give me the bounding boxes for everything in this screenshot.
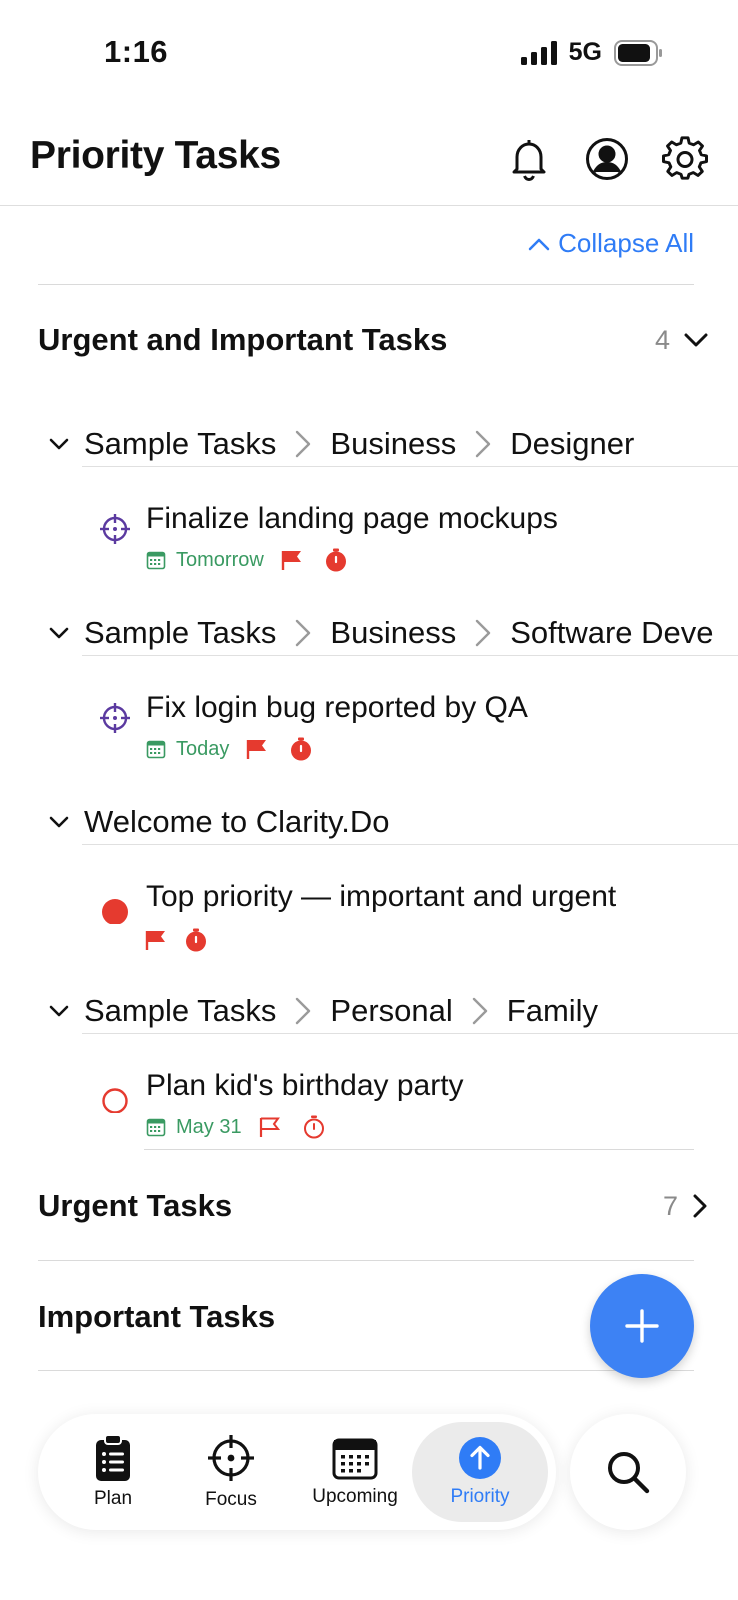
flag-icon	[145, 931, 165, 950]
breadcrumb-item: Welcome to Clarity.Do	[84, 804, 390, 839]
chevron-down-icon	[49, 816, 69, 828]
task-meta: May 31	[146, 1115, 326, 1139]
flag-outline-icon	[259, 1117, 280, 1137]
timer-icon	[186, 928, 206, 952]
calendar-icon	[146, 740, 166, 759]
add-task-button[interactable]	[590, 1274, 694, 1378]
timer-icon	[291, 737, 312, 761]
status-time: 1:16	[104, 34, 169, 69]
section-count: 4	[654, 324, 670, 355]
group-header[interactable]: Sample Tasks Business Software Deve	[48, 615, 714, 651]
breadcrumb-item: Business	[330, 615, 457, 650]
section-title: Urgent Tasks	[38, 1188, 233, 1223]
chevron-right-icon	[472, 997, 487, 1025]
tab-label: Focus	[205, 1489, 257, 1510]
focus-icon[interactable]	[98, 512, 132, 546]
group-header[interactable]: Welcome to Clarity.Do	[48, 804, 390, 840]
section-title: Urgent and Important Tasks	[38, 322, 448, 357]
status-indicators: 5G	[520, 38, 664, 67]
divider	[38, 284, 694, 285]
task-meta	[144, 928, 208, 952]
timer-icon	[325, 548, 346, 572]
task-meta: Tomorrow	[146, 548, 348, 572]
focus-icon[interactable]	[98, 701, 132, 735]
breadcrumb-item: Family	[506, 993, 599, 1028]
chevron-right-icon	[693, 1194, 707, 1218]
task-title: Plan kid's birthday party	[146, 1069, 464, 1102]
task-meta: Today	[146, 737, 313, 761]
section-count: 7	[662, 1190, 678, 1221]
calendar-icon	[146, 1118, 166, 1137]
arrow-up-icon	[459, 1437, 501, 1479]
divider	[82, 1033, 738, 1034]
section-urgent-important[interactable]: Urgent and Important Tasks 4	[38, 320, 708, 360]
gear-icon[interactable]	[662, 136, 708, 182]
search-icon	[608, 1452, 650, 1494]
tab-label: Upcoming	[312, 1486, 398, 1507]
breadcrumb-item: Software Deve	[510, 615, 714, 650]
divider	[82, 844, 738, 845]
plus-icon	[625, 1309, 659, 1343]
flag-icon	[281, 551, 301, 570]
signal-icon	[520, 40, 557, 65]
divider	[82, 466, 738, 467]
flag-icon	[247, 740, 267, 759]
task-title: Fix login bug reported by QA	[146, 691, 528, 724]
chevron-right-icon	[296, 430, 311, 458]
chevron-right-icon	[296, 997, 311, 1025]
bell-icon[interactable]	[506, 136, 552, 182]
section-urgent[interactable]: Urgent Tasks 7	[38, 1186, 708, 1226]
timer-outline-icon	[303, 1115, 324, 1139]
breadcrumb-item: Sample Tasks	[84, 993, 277, 1028]
chevron-down-icon	[49, 438, 69, 450]
group-header[interactable]: Sample Tasks Personal Family	[48, 993, 598, 1029]
search-button[interactable]	[570, 1414, 686, 1530]
chevron-up-icon	[528, 238, 550, 250]
section-important[interactable]: Important Tasks	[38, 1297, 578, 1337]
divider	[38, 1370, 694, 1371]
divider	[38, 1260, 694, 1261]
chevron-right-icon	[476, 430, 491, 458]
calendar-icon	[146, 551, 166, 570]
filled-circle-icon[interactable]	[98, 890, 132, 924]
app-header: Priority Tasks	[0, 118, 738, 206]
breadcrumb-item: Sample Tasks	[84, 426, 277, 461]
collapse-all-button[interactable]: Collapse All	[528, 228, 694, 259]
chevron-right-icon	[476, 619, 491, 647]
task-date: Tomorrow	[176, 548, 264, 571]
chevron-down-icon	[49, 627, 69, 639]
calendar-icon	[332, 1438, 378, 1480]
chevron-down-icon	[684, 333, 708, 347]
collapse-all-label: Collapse All	[558, 228, 694, 258]
breadcrumb-item: Personal	[330, 993, 453, 1028]
breadcrumb-item: Designer	[510, 426, 635, 461]
breadcrumb-item: Sample Tasks	[84, 615, 277, 650]
tab-focus[interactable]: Focus	[176, 1414, 286, 1530]
tab-priority[interactable]: Priority	[412, 1422, 548, 1522]
group-header[interactable]: Sample Tasks Business Designer	[48, 426, 634, 462]
breadcrumb-item: Business	[330, 426, 457, 461]
chevron-down-icon	[49, 1005, 69, 1017]
task-title: Top priority — important and urgent	[146, 880, 617, 913]
task-date: Today	[176, 737, 230, 760]
clipboard-icon	[96, 1434, 130, 1481]
tab-label: Priority	[450, 1486, 510, 1507]
task-title: Finalize landing page mockups	[146, 502, 558, 535]
divider	[82, 655, 738, 656]
status-bar: 1:16 5G	[0, 0, 738, 100]
account-icon[interactable]	[584, 136, 630, 182]
tab-label: Plan	[93, 1488, 133, 1509]
chevron-right-icon	[296, 619, 311, 647]
page-title: Priority Tasks	[30, 134, 281, 177]
section-title: Important Tasks	[38, 1299, 276, 1334]
network-label: 5G	[568, 38, 602, 66]
empty-circle-icon[interactable]	[98, 1079, 132, 1113]
tab-plan[interactable]: Plan	[58, 1414, 168, 1530]
crosshair-icon	[208, 1435, 254, 1481]
battery-icon	[614, 39, 662, 66]
tab-bar: Plan Focus Upcoming Priority	[38, 1414, 556, 1530]
divider	[144, 1149, 694, 1150]
tab-upcoming[interactable]: Upcoming	[296, 1414, 414, 1530]
task-date: May 31	[176, 1115, 242, 1138]
